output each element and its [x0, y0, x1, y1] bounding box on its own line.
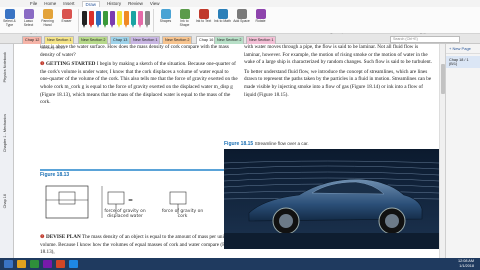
question-text: inter is above the water surface. How do…	[40, 44, 229, 58]
section-tab[interactable]: Chap 12	[22, 36, 43, 44]
eraser-button[interactable]: Eraser	[58, 9, 75, 27]
page-entry[interactable]: Chap 18 / 1 (B/1)	[446, 56, 480, 68]
ribbon-button-label: Shapes	[159, 19, 172, 23]
rotate-icon	[255, 9, 266, 19]
shapes-icon	[160, 9, 171, 19]
start-icon[interactable]	[4, 260, 13, 268]
ink-math-button[interactable]: Ink to Math	[214, 9, 231, 27]
ribbon-tab[interactable]: View	[150, 1, 160, 6]
notebook-label[interactable]: Chapter 1 - Mechanics	[3, 114, 7, 152]
pen-gray-icon[interactable]	[145, 11, 150, 28]
ribbon-tab[interactable]: Insert	[63, 1, 74, 6]
add-page-button[interactable]: + New Page	[446, 44, 480, 54]
ink-text-button[interactable]: Ink to Text	[195, 9, 212, 27]
select-type-button[interactable]: Select & Type	[1, 9, 18, 27]
hand-button[interactable]: Panning Hand	[39, 9, 56, 27]
ribbon-button-label: Ink to Shape	[179, 19, 190, 27]
svg-text:=: =	[128, 197, 133, 204]
page-canvas[interactable]: Tuesday, 2018 inter is above the water s…	[14, 44, 439, 258]
notebook-label[interactable]: Chap 16	[3, 194, 7, 208]
streamlines-paragraph: To better understand fluid flow, we intr…	[244, 68, 432, 98]
ribbon-tab[interactable]: Review	[128, 1, 143, 6]
figure-18-13: Figure 18.13 = force of gravity on displ…	[40, 169, 238, 229]
car-image	[223, 149, 439, 249]
ribbon: Select & Type Lasso Select Panning Hand Era…	[0, 7, 480, 37]
getting-started-paragraph: ❶ GETTING STARTED I begin by making a sk…	[40, 61, 238, 106]
pen-gallery	[81, 11, 151, 28]
ribbon-button-label: Eraser	[61, 19, 72, 23]
clock-date: 1/1/2018	[459, 264, 474, 268]
powerpoint-icon[interactable]	[56, 260, 65, 268]
add-space-icon	[236, 9, 247, 19]
ribbon-tab[interactable]: Home	[44, 1, 56, 6]
section-tab[interactable]: New Section 1	[44, 36, 75, 44]
figure-18-15: Figure 18.15 Streamline flow over a car.	[223, 141, 439, 251]
figure-18-15-heading: Figure 18.15 Streamline flow over a car.	[224, 141, 439, 147]
ribbon-button-label: Ink to Math	[214, 19, 231, 23]
ribbon-button-label: Ink to Text	[195, 19, 212, 23]
ribbon-button-label: Panning Hand	[41, 19, 54, 27]
notebook-label[interactable]: Physics Notebook	[3, 52, 7, 82]
ribbon-tab[interactable]: History	[107, 1, 121, 6]
ribbon-button-label: Add Space	[233, 19, 250, 23]
eraser-icon	[61, 9, 72, 19]
shapes-button[interactable]: Shapes	[157, 9, 174, 27]
ribbon-separator	[153, 9, 154, 32]
getting-started-label: GETTING STARTED	[45, 61, 96, 68]
laminar-paragraph: with water moves through a pipe, the flo…	[244, 44, 433, 66]
figure-sketch: =	[45, 185, 187, 219]
left-column: inter is above the water surface. How do…	[40, 44, 238, 109]
pen-pink-icon[interactable]	[138, 11, 143, 28]
lasso-button[interactable]: Lasso Select	[20, 9, 37, 27]
file-explorer-icon[interactable]	[17, 260, 26, 268]
figure-caption: Streamline flow over a car.	[254, 141, 309, 146]
hand-icon	[42, 9, 53, 19]
ribbon-button-label: Select & Type	[3, 19, 16, 27]
ribbon-separator	[78, 9, 79, 32]
lasso-icon	[23, 9, 34, 19]
getting-started-text: I begin by making a sketch of the situat…	[40, 61, 238, 106]
clock[interactable]: 12:08 AM 1/1/2018	[458, 259, 474, 269]
notebook-panel: Physics Notebook Chapter 1 - Mechanics C…	[0, 44, 14, 258]
ribbon-tab[interactable]: Draw	[81, 0, 101, 7]
section-tab[interactable]: Chap 13	[110, 36, 131, 44]
taskbar: 12:08 AM 1/1/2018	[0, 258, 480, 270]
select-type-icon	[4, 9, 15, 19]
section-tab[interactable]: New Section 1	[246, 36, 277, 44]
right-column: with water moves through a pipe, the flo…	[244, 44, 434, 101]
pen-purple-icon[interactable]	[110, 11, 115, 28]
ribbon-tabs: File Home Insert Draw History Review View	[0, 0, 480, 7]
highlighter-yellow-icon[interactable]	[117, 11, 122, 28]
ink-shape-button[interactable]: Ink to Shape	[176, 9, 193, 27]
pages-panel: + New Page Chap 18 / 1 (B/1)	[445, 44, 480, 258]
ribbon-button-label: Rotate	[255, 19, 266, 23]
sketch-note-water: force of gravity on displaced water	[104, 209, 146, 220]
section-tab[interactable]: New Section 2	[78, 36, 109, 44]
ink-text-icon	[198, 9, 209, 19]
devise-plan-label: DEVISE PLAN	[45, 234, 81, 240]
ink-math-icon	[217, 9, 228, 19]
ink-shape-icon	[179, 9, 190, 19]
section-tab[interactable]: New Section 2	[214, 36, 245, 44]
pen-orange-icon[interactable]	[124, 11, 129, 28]
rotate-button[interactable]: Rotate	[252, 9, 269, 27]
app-icon[interactable]	[30, 260, 39, 268]
figure-label: Figure 18.15	[224, 141, 254, 147]
add-space-button[interactable]: Add Space	[233, 9, 250, 27]
search-input[interactable]: Search (Ctrl+E)	[390, 36, 460, 43]
ribbon-button-label: Lasso Select	[23, 19, 34, 27]
pen-green-icon[interactable]	[103, 11, 108, 28]
pen-teal-icon[interactable]	[131, 11, 136, 28]
sketch-note-cork: force of gravity on cork	[161, 209, 204, 220]
ribbon-tab[interactable]: File	[30, 1, 37, 6]
pen-red-icon[interactable]	[89, 11, 94, 28]
onenote-icon[interactable]	[43, 260, 52, 268]
pen-black-icon[interactable]	[82, 11, 87, 28]
section-tabs-row: Chap 12 New Section 1 New Section 2 Chap 13…	[0, 34, 480, 44]
browser-icon[interactable]	[69, 260, 78, 268]
pen-blue-icon[interactable]	[96, 11, 101, 28]
section-tab[interactable]: New Section 2	[162, 36, 193, 44]
devise-plan-paragraph: ❷ DEVISE PLAN The mass density of an obj…	[40, 234, 236, 256]
section-tab[interactable]: New Section 1	[130, 36, 161, 44]
